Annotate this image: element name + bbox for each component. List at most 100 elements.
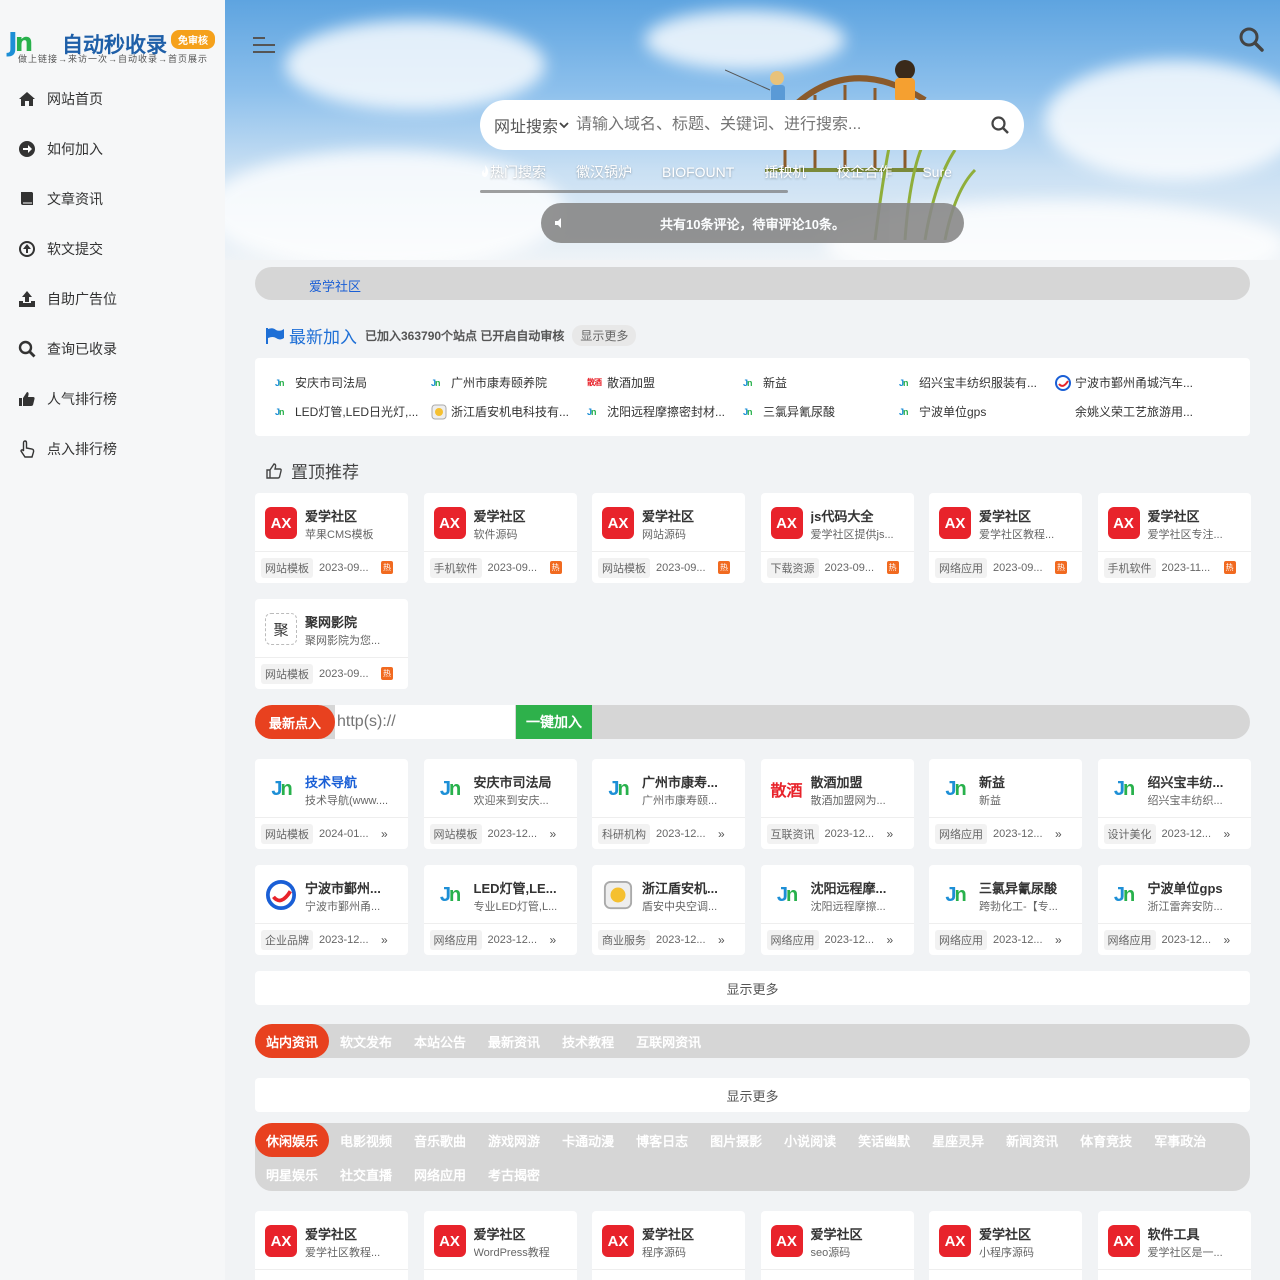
nav-item-7[interactable]: 点入排行榜 bbox=[0, 424, 225, 474]
category-tag[interactable]: 网站模板 bbox=[429, 823, 482, 844]
tab-item[interactable]: 小说阅读 bbox=[773, 1123, 847, 1157]
nav-item-3[interactable]: 软文提交 bbox=[0, 224, 225, 274]
tab-item[interactable]: 本站公告 bbox=[403, 1024, 477, 1058]
site-card[interactable]: AX 爱学社区 seo源码 bbox=[760, 1211, 914, 1280]
tab-item[interactable]: 软文发布 bbox=[329, 1024, 403, 1058]
tab-item[interactable]: 星座灵异 bbox=[921, 1123, 995, 1157]
latest-item[interactable]: 散酒 散酒加盟 bbox=[587, 374, 737, 391]
latest-item[interactable]: Jn 三氯异氰尿酸 bbox=[743, 403, 893, 420]
category-tag[interactable]: 网络应用 bbox=[935, 557, 987, 578]
tab-item[interactable]: 电影视频 bbox=[329, 1123, 403, 1157]
hot-keyword[interactable]: Sure bbox=[922, 164, 952, 180]
double-chevron-right-icon[interactable]: » bbox=[1224, 827, 1231, 841]
ad-link[interactable]: 爱学社区 bbox=[309, 276, 361, 295]
nav-item-2[interactable]: 文章资讯 bbox=[0, 174, 225, 224]
double-chevron-right-icon[interactable]: » bbox=[887, 827, 894, 841]
tab-item[interactable]: 互联网资讯 bbox=[625, 1024, 712, 1058]
category-tag[interactable]: 网络应用 bbox=[429, 929, 482, 950]
site-card[interactable]: Jn 宁波单位gps 浙江雷奔安防... 网络应用 2023-12... » bbox=[1097, 865, 1251, 955]
hot-keyword[interactable]: BIOFOUNT bbox=[662, 164, 734, 180]
tab-item[interactable]: 休闲娱乐 bbox=[255, 1123, 330, 1157]
site-card[interactable]: AX js代码大全 爱学社区提供js... 下载资源 2023-09... 热 bbox=[760, 493, 914, 583]
tab-item[interactable]: 新闻资讯 bbox=[995, 1123, 1069, 1157]
search-icon[interactable] bbox=[1238, 26, 1264, 52]
category-tag[interactable]: 设计美化 bbox=[1103, 823, 1156, 844]
site-card[interactable]: Jn 新益 新益 网络应用 2023-12...» bbox=[929, 759, 1082, 849]
category-tag[interactable]: 网站模板 bbox=[261, 557, 313, 578]
latest-item[interactable]: 宁波市鄞州甬城汽车... bbox=[1055, 374, 1205, 391]
submit-button[interactable]: 一键加入 bbox=[516, 705, 592, 739]
category-tag[interactable]: 网络应用 bbox=[935, 823, 987, 844]
category-tag[interactable]: 商业服务 bbox=[598, 929, 650, 950]
site-card[interactable]: Jn 沈阳远程摩... 沈阳远程摩擦... 网络应用 2023-12... » bbox=[760, 865, 914, 955]
site-card[interactable]: 聚聚网影院 聚网影院为您... 网站模板 2023-09... 热 bbox=[255, 599, 408, 689]
double-chevron-right-icon[interactable]: » bbox=[550, 827, 557, 841]
site-card[interactable]: AX 爱学社区 WordPress教程 bbox=[423, 1211, 577, 1280]
tab-item[interactable]: 技术教程 bbox=[551, 1024, 625, 1058]
tab-item[interactable]: 社交直播 bbox=[329, 1157, 403, 1191]
double-chevron-right-icon[interactable]: » bbox=[887, 933, 894, 947]
nav-item-1[interactable]: 如何加入 bbox=[0, 124, 225, 174]
double-chevron-right-icon[interactable]: » bbox=[550, 933, 557, 947]
category-tag[interactable]: 网站模板 bbox=[261, 823, 313, 844]
double-chevron-right-icon[interactable]: » bbox=[1224, 933, 1231, 947]
category-tag[interactable]: 网络应用 bbox=[766, 929, 819, 950]
site-logo[interactable]: Jn 自动秒收录 免审核 做上链接→来访一次→自动收录→首页展示 bbox=[8, 26, 218, 66]
site-card[interactable]: AX 软件工具 爱学社区是一... bbox=[1097, 1211, 1251, 1280]
site-card[interactable]: Jn LED灯管,LE... 专业LED灯管,L... 网络应用 2023-12... » bbox=[423, 865, 577, 955]
tab-item[interactable]: 图片摄影 bbox=[699, 1123, 773, 1157]
category-tag[interactable]: 互联资讯 bbox=[766, 823, 819, 844]
double-chevron-right-icon[interactable]: » bbox=[1055, 827, 1062, 841]
double-chevron-right-icon[interactable]: » bbox=[381, 933, 388, 947]
category-tag[interactable]: 手机软件 bbox=[429, 557, 482, 578]
category-tag[interactable]: 网络应用 bbox=[935, 929, 987, 950]
latest-item[interactable]: Jn 安庆市司法局 bbox=[275, 374, 425, 391]
latest-item[interactable]: Jn 广州市康寿颐养院 bbox=[431, 374, 581, 391]
site-card[interactable]: 浙江盾安机... 盾安中央空调... 商业服务 2023-12... » bbox=[592, 865, 745, 955]
search-submit-icon[interactable] bbox=[990, 115, 1010, 135]
site-card[interactable]: AX 爱学社区 程序源码 bbox=[592, 1211, 745, 1280]
latest-item[interactable]: 浙江盾安机电科技有... bbox=[431, 403, 581, 420]
tab-item[interactable]: 明星娱乐 bbox=[255, 1157, 329, 1191]
tab-item[interactable]: 军事政治 bbox=[1143, 1123, 1217, 1157]
site-card[interactable]: AX 爱学社区 爱学社区教程... bbox=[255, 1211, 408, 1280]
nav-item-0[interactable]: 网站首页 bbox=[0, 74, 225, 124]
site-card[interactable]: Jn 三氯异氰尿酸 跨勃化工-【专... 网络应用 2023-12... » bbox=[929, 865, 1082, 955]
double-chevron-right-icon[interactable]: » bbox=[381, 827, 388, 841]
nav-item-5[interactable]: 查询已收录 bbox=[0, 324, 225, 374]
site-card[interactable]: Jn 安庆市司法局 欢迎来到安庆... 网站模板 2023-12... » bbox=[423, 759, 577, 849]
site-card[interactable]: Jn 广州市康寿... 广州市康寿颐... 科研机构 2023-12... » bbox=[592, 759, 745, 849]
tab-item[interactable]: 卡通动漫 bbox=[551, 1123, 625, 1157]
url-input[interactable] bbox=[335, 705, 515, 739]
nav-item-6[interactable]: 人气排行榜 bbox=[0, 374, 225, 424]
tab-item[interactable]: 博客日志 bbox=[625, 1123, 699, 1157]
tab-item[interactable]: 考古揭密 bbox=[477, 1157, 551, 1191]
news-show-more-button[interactable]: 显示更多 bbox=[255, 1078, 1250, 1112]
hot-keyword[interactable]: 徽汉锅炉 bbox=[576, 162, 632, 182]
double-chevron-right-icon[interactable]: » bbox=[718, 933, 725, 947]
tab-item[interactable]: 笑话幽默 bbox=[847, 1123, 921, 1157]
site-card[interactable]: Jn 绍兴宝丰纺... 绍兴宝丰纺织... 设计美化 2023-12... » bbox=[1097, 759, 1251, 849]
menu-toggle-icon[interactable] bbox=[253, 32, 277, 56]
site-card[interactable]: AX 爱学社区 软件源码 手机软件 2023-09... 热 bbox=[423, 493, 577, 583]
category-tag[interactable]: 企业品牌 bbox=[261, 929, 313, 950]
site-card[interactable]: AX 爱学社区 爱学社区教程... 网络应用 2023-09... 热 bbox=[929, 493, 1082, 583]
latest-item[interactable]: Jn LED灯管,LED日光灯,... bbox=[275, 403, 425, 420]
tab-item[interactable]: 站内资讯 bbox=[255, 1024, 330, 1058]
latest-more-button[interactable]: 显示更多 bbox=[572, 325, 637, 346]
category-tag[interactable]: 手机软件 bbox=[1103, 557, 1156, 578]
double-chevron-right-icon[interactable]: » bbox=[718, 827, 725, 841]
latest-item[interactable]: Jn 宁波单位gps bbox=[899, 403, 1049, 420]
tab-item[interactable]: 音乐歌曲 bbox=[403, 1123, 477, 1157]
latest-item[interactable]: Jn 新益 bbox=[743, 374, 893, 391]
tab-item[interactable]: 最新资讯 bbox=[477, 1024, 551, 1058]
tab-item[interactable]: 体育竞技 bbox=[1069, 1123, 1143, 1157]
category-tag[interactable]: 科研机构 bbox=[598, 823, 650, 844]
category-tag[interactable]: 网站模板 bbox=[261, 663, 313, 684]
site-card[interactable]: 宁波市鄞州... 宁波市鄞州甬... 企业品牌 2023-12... » bbox=[255, 865, 408, 955]
hot-keyword[interactable]: 校企合作 bbox=[836, 162, 892, 182]
latest-item[interactable]: 余姚义荣工艺旅游用... bbox=[1055, 403, 1205, 420]
tab-item[interactable]: 网络应用 bbox=[403, 1157, 477, 1191]
site-card[interactable]: 散酒 散酒加盟 散酒加盟网为... 互联资讯 2023-12... » bbox=[760, 759, 914, 849]
double-chevron-right-icon[interactable]: » bbox=[1055, 933, 1062, 947]
